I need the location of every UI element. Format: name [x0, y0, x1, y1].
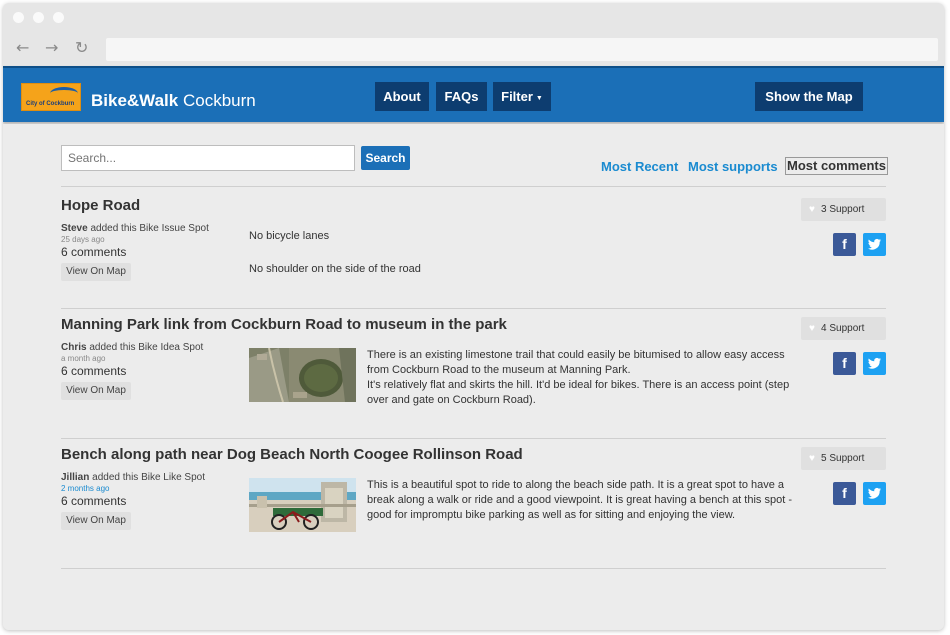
- window-minimize-dot[interactable]: [33, 12, 44, 23]
- heart-icon: ♥: [809, 323, 815, 334]
- main-content: Search Most Recent Most supports Most co…: [3, 124, 944, 630]
- author-action: added this Bike Issue Spot: [87, 223, 209, 234]
- reload-icon[interactable]: ↻: [75, 40, 88, 56]
- view-on-map-button[interactable]: View On Map: [61, 512, 131, 530]
- back-arrow-icon[interactable]: ←: [16, 40, 29, 56]
- browser-window: ← → ↻ City of Cockburn Bike&Walk Cockbur…: [3, 3, 944, 630]
- nav-filter-button[interactable]: Filter ▼: [493, 82, 551, 111]
- search-button[interactable]: Search: [361, 146, 410, 170]
- sort-most-comments[interactable]: Most comments: [785, 157, 888, 175]
- brand-bold: Bike&Walk: [91, 91, 179, 110]
- support-button[interactable]: ♥ 3 Support: [801, 198, 886, 221]
- post-time: 25 days ago: [61, 235, 105, 244]
- comment-count[interactable]: 6 comments: [61, 494, 126, 508]
- city-logo[interactable]: City of Cockburn: [21, 83, 81, 111]
- browser-toolbar: ← → ↻: [3, 31, 944, 66]
- divider: [61, 186, 886, 187]
- post-item: Bench along path near Dog Beach North Co…: [61, 438, 886, 558]
- nav-about-button[interactable]: About: [375, 82, 429, 111]
- filter-label: Filter: [501, 89, 533, 104]
- site-header: City of Cockburn Bike&Walk Cockburn Abou…: [3, 66, 944, 122]
- browser-titlebar: [3, 3, 944, 31]
- post-time: a month ago: [61, 354, 106, 363]
- sort-most-supports[interactable]: Most supports: [688, 159, 778, 175]
- divider: [61, 568, 886, 569]
- author-name: Steve: [61, 223, 88, 234]
- view-on-map-button[interactable]: View On Map: [61, 263, 131, 281]
- beach-bench-photo[interactable]: [249, 478, 356, 532]
- twitter-share-icon[interactable]: [863, 233, 886, 256]
- post-author-line: Jillian added this Bike Like Spot: [61, 472, 205, 483]
- author-action: added this Bike Like Spot: [89, 472, 205, 483]
- view-on-map-button[interactable]: View On Map: [61, 382, 131, 400]
- support-count: 3 Support: [821, 204, 865, 215]
- post-author-line: Chris added this Bike Idea Spot: [61, 342, 203, 353]
- author-action: added this Bike Idea Spot: [86, 342, 204, 353]
- post-description: This is a beautiful spot to ride to alon…: [367, 479, 792, 521]
- post-text-line: No shoulder on the side of the road: [249, 263, 421, 275]
- heart-icon: ♥: [809, 204, 815, 215]
- window-maximize-dot[interactable]: [53, 12, 64, 23]
- post-description: There is an existing limestone trail tha…: [367, 349, 790, 406]
- heart-icon: ♥: [809, 453, 815, 464]
- post-title[interactable]: Bench along path near Dog Beach North Co…: [61, 446, 523, 463]
- site-brand[interactable]: Bike&Walk Cockburn: [91, 92, 256, 110]
- support-button[interactable]: ♥ 5 Support: [801, 447, 886, 470]
- author-name: Chris: [61, 342, 87, 353]
- support-button[interactable]: ♥ 4 Support: [801, 317, 886, 340]
- forward-arrow-icon[interactable]: →: [45, 40, 58, 56]
- show-map-button[interactable]: Show the Map: [755, 82, 863, 111]
- support-count: 5 Support: [821, 453, 865, 464]
- logo-text: City of Cockburn: [26, 101, 75, 107]
- sort-most-recent[interactable]: Most Recent: [601, 159, 678, 175]
- post-item: Manning Park link from Cockburn Road to …: [61, 308, 886, 428]
- facebook-share-icon[interactable]: f: [833, 352, 856, 375]
- facebook-share-icon[interactable]: f: [833, 482, 856, 505]
- post-title[interactable]: Manning Park link from Cockburn Road to …: [61, 316, 507, 333]
- window-close-dot[interactable]: [13, 12, 24, 23]
- post-item: Hope Road Steve added this Bike Issue Sp…: [61, 189, 886, 309]
- search-input[interactable]: [61, 145, 355, 171]
- aerial-map-thumbnail[interactable]: [249, 348, 356, 402]
- author-name: Jillian: [61, 472, 90, 483]
- chevron-down-icon: ▼: [535, 95, 543, 102]
- twitter-share-icon[interactable]: [863, 482, 886, 505]
- nav-faqs-button[interactable]: FAQs: [436, 82, 487, 111]
- facebook-share-icon[interactable]: f: [833, 233, 856, 256]
- address-bar[interactable]: [106, 38, 938, 61]
- comment-count[interactable]: 6 comments: [61, 245, 126, 259]
- support-count: 4 Support: [821, 323, 865, 334]
- post-author-line: Steve added this Bike Issue Spot: [61, 223, 209, 234]
- post-title[interactable]: Hope Road: [61, 197, 140, 214]
- logo-wave-icon: [50, 87, 78, 100]
- brand-light: Cockburn: [182, 91, 256, 110]
- post-text-line: No bicycle lanes: [249, 230, 330, 242]
- comment-count[interactable]: 6 comments: [61, 364, 126, 378]
- twitter-share-icon[interactable]: [863, 352, 886, 375]
- post-time: 2 months ago: [61, 484, 110, 493]
